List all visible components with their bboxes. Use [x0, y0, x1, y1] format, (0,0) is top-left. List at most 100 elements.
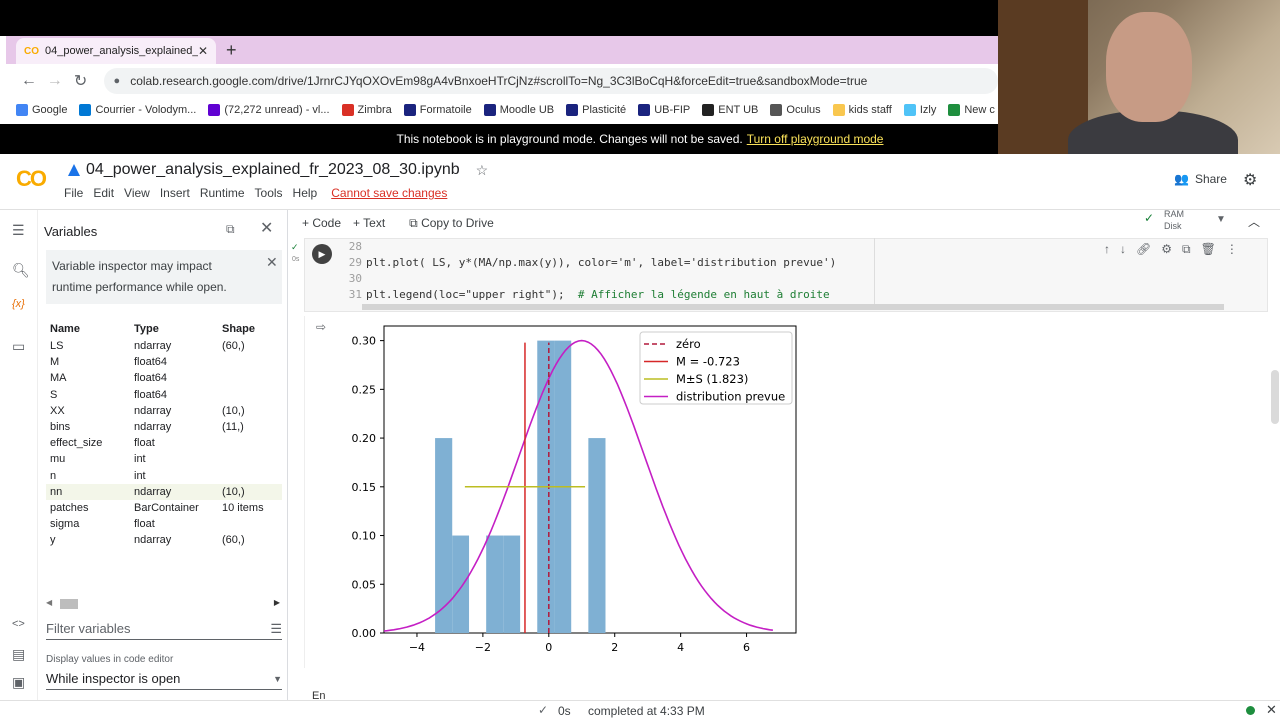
turn-off-playground-link[interactable]: Turn off playground mode [747, 132, 884, 146]
command-palette-icon[interactable]: ▤ [12, 646, 25, 663]
delete-icon[interactable]: 🗑︎ [1201, 242, 1216, 257]
scroll-thumb[interactable] [60, 599, 78, 609]
add-text-button[interactable]: + Text [353, 216, 385, 230]
output-actions-icon[interactable]: ⇨ [316, 320, 326, 334]
column-name[interactable]: Name [46, 323, 134, 335]
more-icon[interactable]: ⋮ [1226, 242, 1238, 257]
bookmark-label: kids staff [848, 104, 892, 116]
menu-insert[interactable]: Insert [160, 186, 190, 200]
reload-icon[interactable]: ↻ [68, 71, 94, 91]
page-scrollbar[interactable] [1271, 370, 1279, 424]
variable-row[interactable]: n int [46, 468, 282, 484]
variable-row[interactable]: y ndarray (60,) [46, 532, 282, 548]
code-snippets-icon[interactable]: <> [12, 618, 25, 630]
resource-indicator[interactable]: ✓ RAM Disk ▼ [1144, 208, 1226, 232]
bookmark-item[interactable]: Izly [903, 104, 936, 116]
cannot-save-link[interactable]: Cannot save changes [331, 186, 447, 200]
bookmarks-bar: Google Courrier - Volodym... (72,272 unrea… [6, 98, 998, 122]
variable-row[interactable]: Sfloat64 [46, 387, 282, 403]
menu-view[interactable]: View [124, 186, 150, 200]
status-message: completed at 4:33 PM [588, 704, 705, 718]
bookmark-item[interactable]: (72,272 unread) - vl... [208, 104, 330, 116]
scroll-right-icon[interactable]: ▶ [274, 598, 280, 607]
bookmark-item[interactable]: Zimbra [341, 104, 392, 116]
menu-tools[interactable]: Tools [255, 186, 283, 200]
scroll-left-icon[interactable]: ◀ [46, 598, 52, 607]
back-icon[interactable]: ← [16, 72, 42, 90]
move-down-icon[interactable]: ↓ [1120, 242, 1126, 257]
open-in-tab-icon[interactable]: ⧉ [226, 222, 235, 237]
search-icon[interactable]: 🔍︎ [12, 262, 30, 279]
mirror-cell-icon[interactable]: ⧉ [1182, 242, 1191, 257]
runtime-caret-icon[interactable]: ▼ [1216, 214, 1226, 226]
copy-to-drive-button[interactable]: ⧉ Copy to Drive [409, 216, 494, 231]
variable-row[interactable]: mu int [46, 451, 282, 467]
code-text: plt.plot( LS, y*(MA/np.max(y)), color='m… [366, 256, 837, 269]
filter-variables-input[interactable]: Filter variables ☰ [46, 618, 282, 640]
settings-gear-icon[interactable]: ⚙ [1243, 170, 1257, 190]
y-tick-label: 0.30 [352, 335, 377, 348]
menu-help[interactable]: Help [293, 186, 318, 200]
bookmark-item[interactable]: Courrier - Volodym... [79, 104, 196, 116]
dismiss-notice-icon[interactable]: ✕ [266, 252, 278, 273]
run-cell-button[interactable]: ▶ [312, 244, 332, 264]
variable-row[interactable]: patches BarContainer 10 items [46, 500, 282, 516]
menu-runtime[interactable]: Runtime [200, 186, 245, 200]
filter-icon[interactable]: ☰ [270, 621, 282, 637]
variable-row[interactable]: Mfloat64 [46, 354, 282, 370]
notebook-title[interactable]: 04_power_analysis_explained_fr_2023_08_3… [86, 161, 460, 179]
bookmark-item[interactable]: Moodle UB [483, 104, 554, 116]
variable-row[interactable]: sigma float [46, 516, 282, 532]
cell-settings-icon[interactable]: ⚙ [1161, 242, 1172, 257]
variable-row[interactable]: effect_size float [46, 435, 282, 451]
terminal-icon[interactable]: ▣ [12, 674, 25, 691]
variable-row[interactable]: MA float64 [46, 370, 282, 386]
variable-row[interactable]: LS ndarray (60,) [46, 338, 282, 354]
variables-hscrollbar[interactable]: ◀ ▶ [46, 598, 282, 610]
share-button[interactable]: 👥 Share [1174, 172, 1227, 186]
code-editor[interactable]: 28 29 plt.plot( LS, y*(MA/np.max(y)), colo… [342, 240, 836, 304]
line-number: 28 [348, 240, 362, 253]
colab-logo[interactable]: CO [16, 166, 47, 192]
browser-tab[interactable]: CO 04_power_analysis_explained_fr_ ✕ [16, 38, 216, 64]
bookmark-item[interactable]: New c [948, 104, 995, 116]
bookmark-item[interactable]: Oculus [770, 104, 821, 116]
variable-row[interactable]: XX ndarray (10,) [46, 403, 282, 419]
bookmark-item[interactable]: ENT UB [702, 104, 758, 116]
bookmark-item[interactable]: Formatoile [403, 104, 472, 116]
table-of-contents-icon[interactable]: ☰ [12, 222, 25, 239]
status-check-icon: ✓ [538, 703, 549, 717]
close-status-icon[interactable]: ✕ [1266, 702, 1277, 718]
star-icon[interactable]: ☆ [476, 162, 489, 179]
link-icon[interactable]: 🔗︎ [1136, 242, 1151, 257]
column-type[interactable]: Type [134, 323, 222, 335]
collapse-header-icon[interactable]: ︿ [1248, 213, 1260, 230]
cell-toolbar: ↑ ↓ 🔗︎ ⚙ ⧉ 🗑︎ ⋮ [1104, 242, 1238, 257]
address-bar[interactable]: ● colab.research.google.com/drive/1JrnrC… [103, 68, 999, 94]
variable-shape: (11,) [222, 421, 244, 434]
bookmark-item[interactable]: Plasticité [566, 104, 626, 116]
close-panel-icon[interactable]: ✕ [260, 218, 273, 238]
forward-icon[interactable]: → [42, 72, 68, 90]
files-icon[interactable]: ▭ [12, 338, 25, 355]
close-tab-icon[interactable]: ✕ [198, 44, 208, 58]
bookmark-label: New c [964, 104, 995, 116]
column-shape[interactable]: Shape [222, 323, 282, 335]
new-tab-icon[interactable]: + [226, 40, 237, 61]
bookmark-favicon-icon [638, 104, 651, 116]
bookmark-item[interactable]: Google [16, 104, 67, 116]
bookmark-item[interactable]: kids staff [832, 104, 892, 116]
menu-file[interactable]: File [64, 186, 83, 200]
code-hscrollbar[interactable] [362, 304, 1224, 310]
bookmark-item[interactable]: UB-FIP [638, 104, 690, 116]
variable-row[interactable]: nn ndarray (10,) [46, 483, 282, 500]
display-values-select[interactable]: While inspector is open ▼ [46, 668, 282, 690]
bookmark-favicon-icon [403, 104, 416, 116]
variables-icon[interactable]: {x} [12, 298, 25, 310]
ruler-line [874, 238, 875, 304]
move-up-icon[interactable]: ↑ [1104, 242, 1110, 257]
menu-edit[interactable]: Edit [93, 186, 114, 200]
variable-shape: 10 items [222, 501, 264, 514]
add-code-button[interactable]: + Code [302, 216, 341, 230]
variable-row[interactable]: bins ndarray (11,) [46, 419, 282, 435]
